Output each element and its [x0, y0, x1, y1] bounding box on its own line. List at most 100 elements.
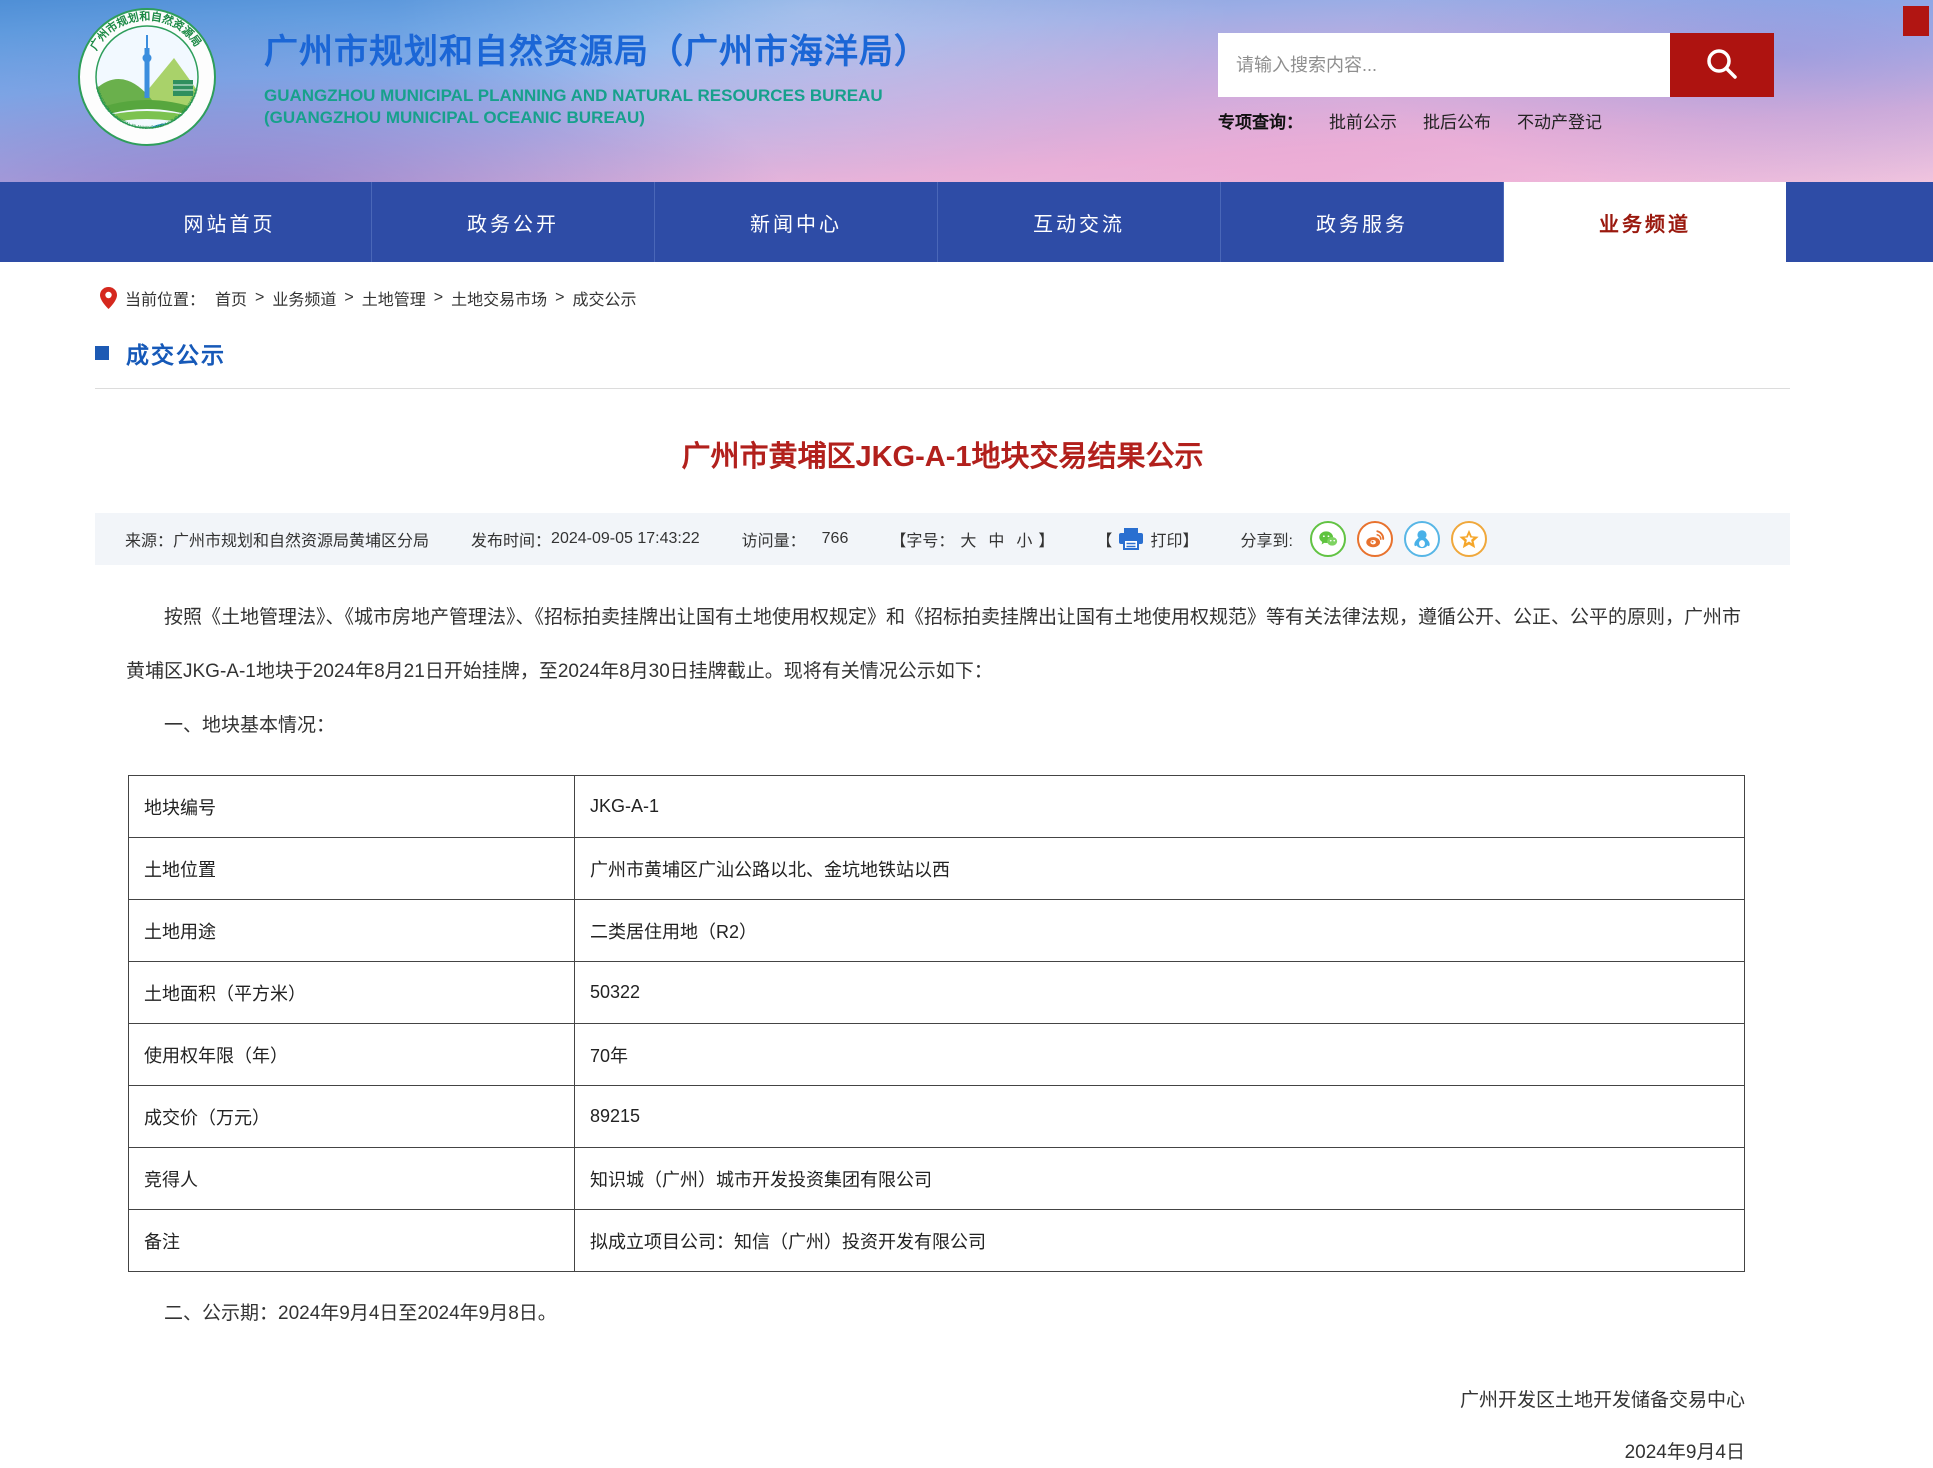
article-section2-heading: 二、公示期：2024年9月4日至2024年9月8日。 — [126, 1298, 1790, 1330]
nav-item-label: 政务服务 — [1316, 208, 1408, 237]
breadcrumb-separator: > — [344, 289, 353, 307]
breadcrumb-home[interactable]: 首页 — [215, 286, 247, 310]
breadcrumb-separator: > — [434, 289, 443, 307]
search-bar — [1218, 33, 1774, 97]
search-input[interactable] — [1218, 33, 1670, 97]
bureau-logo-emblem: 广州市规划和自然资源局 GUANGZHOU MUNICIPAL PLANNING… — [78, 8, 216, 146]
nav-item-label: 政务公开 — [467, 208, 559, 237]
site-title: 广州市规划和自然资源局（广州市海洋局） — [264, 24, 929, 73]
row-label: 使用权年限（年） — [129, 1024, 575, 1086]
font-size-large-button[interactable]: 大 — [960, 527, 976, 551]
nav-item-services[interactable]: 政务服务 — [1220, 182, 1503, 262]
row-label: 成交价（万元） — [129, 1086, 575, 1148]
meta-publish-label: 发布时间： — [471, 527, 551, 551]
table-row-land-use: 土地用途 二类居住用地（R2） — [129, 900, 1745, 962]
font-size-widget: 【字号： 大 中 小 】 — [890, 527, 1054, 551]
main-content: 成交公示 广州市黄埔区JKG-A-1地块交易结果公示 来源： 广州市规划和自然资… — [95, 336, 1790, 1468]
land-info-table: 地块编号 JKG-A-1 土地位置 广州市黄埔区广汕公路以北、金坑地铁站以西 土… — [128, 775, 1745, 1272]
section-head: 成交公示 — [95, 336, 1790, 370]
section-title: 成交公示 — [126, 336, 226, 370]
table-row-parcel-number: 地块编号 JKG-A-1 — [129, 776, 1745, 838]
nav-item-interaction[interactable]: 互动交流 — [937, 182, 1220, 262]
table-row-tenure-years: 使用权年限（年） 70年 — [129, 1024, 1745, 1086]
breadcrumb-current-page: 成交公示 — [572, 286, 636, 310]
font-size-small-button[interactable]: 小 — [1016, 527, 1032, 551]
nav-item-home[interactable]: 网站首页 — [88, 182, 371, 262]
print-close-bracket: 】 — [1182, 527, 1198, 551]
print-button[interactable]: 打印 — [1150, 527, 1182, 551]
link-real-estate-registration[interactable]: 不动产登记 — [1517, 108, 1602, 133]
site-subtitle-en-1: GUANGZHOU MUNICIPAL PLANNING AND NATURAL… — [264, 85, 929, 107]
article-paragraph-1: 按照《土地管理法》、《城市房地产管理法》、《招标拍卖挂牌出让国有土地使用权规定》… — [126, 591, 1746, 699]
nav-item-label: 新闻中心 — [750, 208, 842, 237]
special-query-label: 专项查询： — [1218, 108, 1303, 133]
breadcrumb-business-channel[interactable]: 业务频道 — [272, 286, 336, 310]
qq-share-icon[interactable] — [1404, 521, 1440, 557]
row-value: 广州市黄埔区广汕公路以北、金坑地铁站以西 — [575, 838, 1745, 900]
breadcrumb-separator: > — [555, 289, 564, 307]
row-label: 备注 — [129, 1210, 575, 1272]
row-label: 地块编号 — [129, 776, 575, 838]
font-size-medium-button[interactable]: 中 — [988, 527, 1004, 551]
printer-icon — [1119, 528, 1143, 550]
meta-source-value: 广州市规划和自然资源局黄埔区分局 — [173, 527, 429, 551]
font-size-close-bracket: 】 — [1038, 527, 1054, 551]
signature-block: 广州开发区土地开发储备交易中心 2024年9月4日 — [95, 1386, 1790, 1468]
meta-source-label: 来源： — [125, 527, 173, 551]
section-divider — [95, 388, 1790, 389]
table-row-land-area: 土地面积（平方米） 50322 — [129, 962, 1745, 1024]
row-label: 土地面积（平方米） — [129, 962, 575, 1024]
site-subtitle-en-2: (GUANGZHOU MUNICIPAL OCEANIC BUREAU) — [264, 107, 929, 129]
corner-red-widget[interactable] — [1903, 6, 1929, 36]
breadcrumb-land-management[interactable]: 土地管理 — [362, 286, 426, 310]
table-row-transaction-price: 成交价（万元） 89215 — [129, 1086, 1745, 1148]
wechat-share-icon[interactable] — [1310, 521, 1346, 557]
nav-item-label: 业务频道 — [1599, 208, 1691, 237]
table-row-winning-bidder: 竞得人 知识城（广州）城市开发投资集团有限公司 — [129, 1148, 1745, 1210]
bureau-logo: 广州市规划和自然资源局 GUANGZHOU MUNICIPAL PLANNING… — [78, 8, 216, 146]
search-button[interactable] — [1670, 33, 1774, 97]
signature-org: 广州开发区土地开发储备交易中心 — [95, 1386, 1745, 1416]
row-value: 知识城（广州）城市开发投资集团有限公司 — [575, 1148, 1745, 1210]
location-pin-icon — [100, 287, 117, 309]
nav-item-news[interactable]: 新闻中心 — [654, 182, 937, 262]
row-value: 二类居住用地（R2） — [575, 900, 1745, 962]
meta-publish-time: 发布时间： 2024-09-05 17:43:22 — [471, 527, 700, 551]
breadcrumb-label: 当前位置： — [125, 286, 205, 310]
meta-views: 访问量： 766 — [742, 527, 849, 551]
nav-item-business-channel[interactable]: 业务频道 — [1503, 182, 1786, 262]
link-post-approval-notice[interactable]: 批后公布 — [1423, 108, 1491, 133]
share-label: 分享到: — [1240, 527, 1292, 551]
nav-item-label: 互动交流 — [1033, 208, 1125, 237]
table-row-remarks: 备注 拟成立项目公司：知信（广州）投资开发有限公司 — [129, 1210, 1745, 1272]
qzone-share-icon[interactable] — [1451, 521, 1487, 557]
share-widget: 分享到: — [1240, 521, 1486, 557]
row-value: JKG-A-1 — [575, 776, 1745, 838]
main-nav: 网站首页 政务公开 新闻中心 互动交流 政务服务 业务频道 — [0, 182, 1933, 262]
font-size-open-bracket: 【字号： — [890, 527, 954, 551]
row-label: 土地位置 — [129, 838, 575, 900]
nav-item-gov-info[interactable]: 政务公开 — [371, 182, 654, 262]
section-bullet-icon — [95, 346, 109, 360]
meta-views-value: 766 — [822, 530, 849, 548]
site-title-block: 广州市规划和自然资源局（广州市海洋局） GUANGZHOU MUNICIPAL … — [264, 24, 929, 129]
nav-item-label: 网站首页 — [184, 208, 276, 237]
row-label: 竞得人 — [129, 1148, 575, 1210]
article-body: 按照《土地管理法》、《城市房地产管理法》、《招标拍卖挂牌出让国有土地使用权规定》… — [126, 591, 1746, 753]
meta-publish-value: 2024-09-05 17:43:22 — [551, 530, 700, 548]
table-row-land-location: 土地位置 广州市黄埔区广汕公路以北、金坑地铁站以西 — [129, 838, 1745, 900]
row-value: 70年 — [575, 1024, 1745, 1086]
article-section1-heading: 一、地块基本情况： — [126, 699, 1746, 753]
weibo-share-icon[interactable] — [1357, 521, 1393, 557]
special-query-bar: 专项查询： 批前公示 批后公布 不动产登记 — [1218, 108, 1602, 133]
breadcrumb: 当前位置： 首页 > 业务频道 > 土地管理 > 土地交易市场 > 成交公示 — [0, 262, 1933, 310]
print-open-bracket: 【 — [1096, 527, 1112, 551]
row-value: 拟成立项目公司：知信（广州）投资开发有限公司 — [575, 1210, 1745, 1272]
row-label: 土地用途 — [129, 900, 575, 962]
breadcrumb-land-market[interactable]: 土地交易市场 — [451, 286, 547, 310]
row-value: 89215 — [575, 1086, 1745, 1148]
search-icon — [1701, 44, 1743, 86]
site-header: 广州市规划和自然资源局 GUANGZHOU MUNICIPAL PLANNING… — [0, 0, 1933, 182]
link-pre-approval-notice[interactable]: 批前公示 — [1329, 108, 1397, 133]
print-widget: 【 打印 】 — [1096, 527, 1198, 551]
